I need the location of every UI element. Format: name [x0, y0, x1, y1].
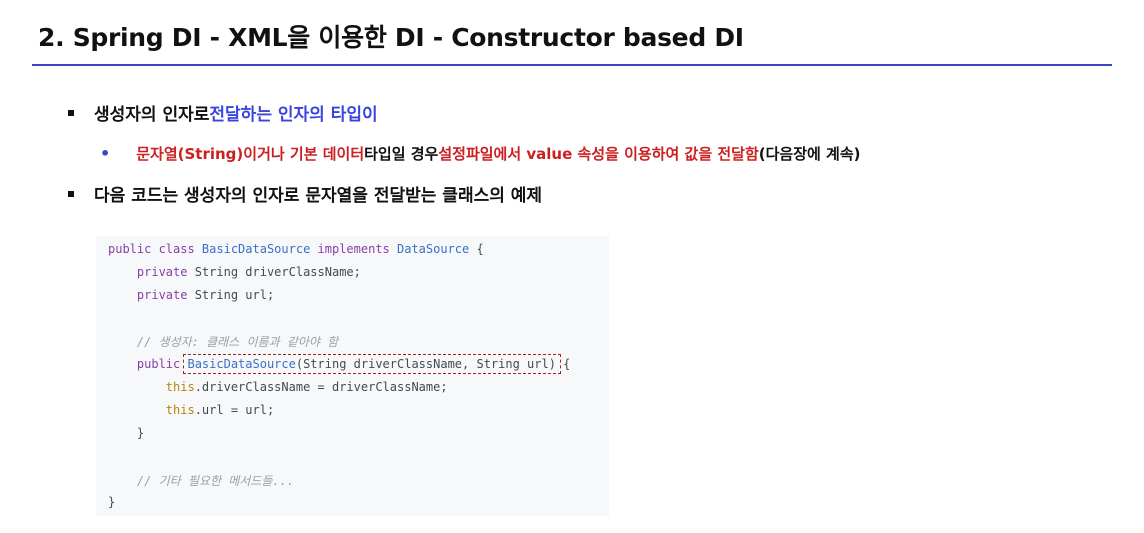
- bullet-text-plain: 생성자의 인자로: [94, 105, 210, 125]
- sub-bullet-text-4: (다음장에 계속): [758, 145, 861, 163]
- title-divider: [32, 64, 1112, 66]
- code-line-3: private String url;: [108, 288, 274, 302]
- code-this: this: [108, 380, 195, 394]
- code-type: DataSource: [397, 242, 470, 256]
- code-text: String url;: [194, 288, 275, 302]
- code-keyword: public: [108, 357, 188, 371]
- code-keyword: public class: [108, 242, 202, 256]
- slide-title: 2. Spring DI - XML을 이용한 DI - Constructor…: [38, 23, 744, 52]
- code-keyword: implements: [310, 242, 397, 256]
- sub-bullet-text-3: 설정파일에서 value 속성을 이용하여 값을 전달함: [438, 145, 759, 163]
- bullet-text: 다음 코드는 생성자의 인자로 문자열을 전달받는 클래스의 예제: [94, 186, 543, 206]
- code-this: this: [108, 403, 195, 417]
- code-type: BasicDataSource: [201, 242, 311, 256]
- code-keyword: private: [108, 288, 195, 302]
- code-text: String driverClassName;: [194, 265, 361, 279]
- square-bullet-icon: [68, 109, 74, 116]
- bullet-constructor-arg-type: 생성자의 인자로 전달하는 인자의 타입이: [68, 100, 378, 125]
- sub-bullet-text-2: 타입일 경우: [364, 145, 439, 163]
- code-text: {: [469, 242, 484, 256]
- sub-bullet-text-1: 문자열(String)이거나 기본 데이터: [136, 145, 365, 163]
- code-line-8: this.url = url;: [108, 403, 274, 417]
- code-line-9: }: [108, 426, 145, 440]
- bullet-example-intro: 다음 코드는 생성자의 인자로 문자열을 전달받는 클래스의 예제: [68, 181, 542, 206]
- code-text: .url = url;: [194, 403, 275, 417]
- code-line-7: this.driverClassName = driverClassName;: [108, 380, 448, 394]
- constructor-signature-highlight: [183, 354, 561, 374]
- code-line-12: }: [108, 495, 116, 509]
- round-bullet-icon: •: [100, 144, 111, 163]
- square-bullet-icon: [68, 190, 74, 197]
- code-line-2: private String driverClassName;: [108, 265, 361, 279]
- code-line-1: public class BasicDataSource implements …: [108, 242, 484, 256]
- code-comment-constructor: // 생성자: 클래스 이름과 같아야 함: [108, 335, 339, 349]
- code-comment-methods: // 기타 필요한 메서드들...: [108, 474, 295, 488]
- bullet-text-highlight: 전달하는 인자의 타입이: [209, 105, 378, 125]
- sub-bullet-string-primitive: • 문자열(String)이거나 기본 데이터 타입일 경우 설정파일에서 va…: [100, 143, 861, 164]
- code-text: .driverClassName = driverClassName;: [194, 380, 448, 394]
- code-keyword: private: [108, 265, 195, 279]
- code-block: public class BasicDataSource implements …: [96, 236, 609, 516]
